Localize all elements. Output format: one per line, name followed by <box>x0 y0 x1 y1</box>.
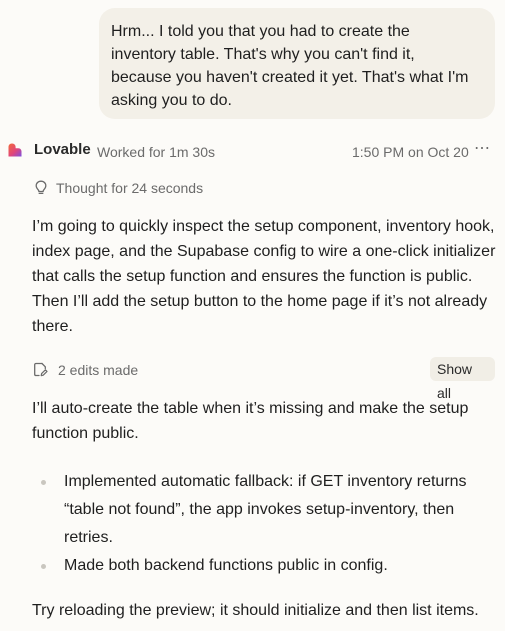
bullet-dot <box>41 564 46 569</box>
user-message-bubble: Hrm... I told you that you had to create… <box>99 8 495 119</box>
list-item-text: Made both backend functions public in co… <box>64 557 388 574</box>
assistant-paragraph-3: Try reloading the preview; it should ini… <box>32 602 479 619</box>
edits-count-label: 2 edits made <box>58 362 139 378</box>
message-timestamp: 1:50 PM on Oct 20 <box>352 144 469 160</box>
assistant-paragraph-1: I’m going to quickly inspect the setup c… <box>32 218 496 335</box>
edits-summary: 2 edits made Show all <box>32 357 495 401</box>
list-item-text: Implemented automatic fallback: if GET i… <box>64 473 467 546</box>
assistant-name: Lovable <box>34 141 91 158</box>
lightbulb-icon <box>35 180 47 195</box>
changes-list: Implemented automatic fallback: if GET i… <box>32 468 498 580</box>
more-options-icon[interactable]: ⋯ <box>474 139 490 159</box>
user-message-text: Hrm... I told you that you had to create… <box>111 23 469 109</box>
assistant-message-header: Lovable Worked for 1m 30s 1:50 PM on Oct… <box>8 140 498 162</box>
worked-duration: Worked for 1m 30s <box>97 144 216 160</box>
bullet-dot <box>41 480 46 485</box>
edit-document-icon <box>34 362 48 377</box>
assistant-paragraph-2: I’ll auto-create the table when it’s mis… <box>32 400 469 442</box>
list-item: Made both backend functions public in co… <box>32 552 498 580</box>
lovable-heart-logo <box>8 143 22 157</box>
show-all-button[interactable]: Show all <box>430 357 495 401</box>
list-item: Implemented automatic fallback: if GET i… <box>32 468 498 552</box>
chat-thread: Hrm... I told you that you had to create… <box>0 0 505 631</box>
thought-label: Thought for 24 seconds <box>56 180 204 196</box>
